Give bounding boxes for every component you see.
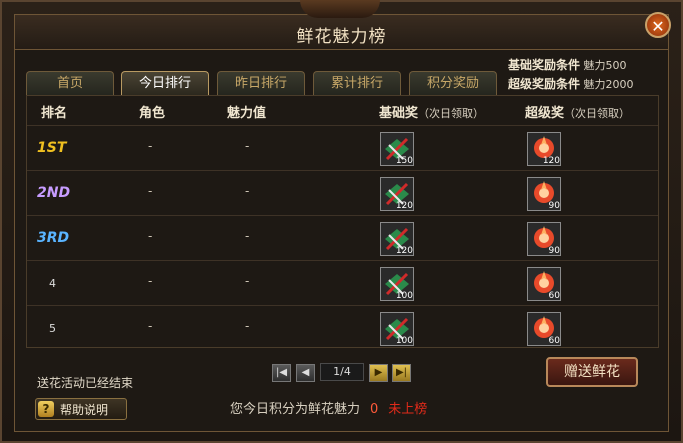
super-reward-item[interactable]: 90 bbox=[527, 222, 561, 256]
charm-cell: - bbox=[245, 229, 250, 243]
rank-label: 5 bbox=[49, 322, 56, 335]
table-row: 3RD - - 120 90 bbox=[27, 215, 658, 261]
basic-reward-count: 150 bbox=[395, 156, 413, 166]
basic-reward-count: 100 bbox=[395, 336, 413, 346]
last-page-button[interactable]: ▶| bbox=[392, 364, 411, 382]
header-basic-label: 基础奖 bbox=[379, 106, 419, 121]
rank-label: 4 bbox=[49, 277, 56, 290]
header-basic-note: （次日领取） bbox=[418, 107, 485, 120]
tab-points-reward[interactable]: 积分奖励 bbox=[409, 71, 497, 95]
tab-today-rank[interactable]: 今日排行 bbox=[121, 71, 209, 95]
table-row: 1ST - - 150 120 bbox=[27, 125, 658, 171]
basic-reward-count: 120 bbox=[395, 246, 413, 256]
super-reward-count: 90 bbox=[548, 201, 560, 211]
next-page-button[interactable]: ▶ bbox=[369, 364, 388, 382]
page-indicator: 1/4 bbox=[320, 363, 364, 381]
help-label: 帮助说明 bbox=[60, 403, 109, 417]
table-row: 2ND - - 120 90 bbox=[27, 170, 658, 216]
question-icon: ? bbox=[38, 401, 54, 417]
super-reward-count: 120 bbox=[542, 156, 560, 166]
tab-total-rank[interactable]: 累计排行 bbox=[313, 71, 401, 95]
header-charm: 魅力值 bbox=[227, 106, 267, 121]
super-reward-item[interactable]: 90 bbox=[527, 177, 561, 211]
top-ornament bbox=[300, 0, 380, 18]
super-reward-count: 60 bbox=[548, 336, 560, 346]
help-button[interactable]: ? 帮助说明 bbox=[35, 398, 127, 420]
basic-reward-item[interactable]: 100 bbox=[380, 267, 414, 301]
role-cell: - bbox=[148, 139, 153, 153]
last-page-icon: ▶| bbox=[395, 367, 408, 378]
role-cell: - bbox=[148, 184, 153, 198]
table-row: 5 - - 100 60 bbox=[27, 305, 658, 351]
tab-yesterday-rank[interactable]: 昨日排行 bbox=[217, 71, 305, 95]
basic-condition-value: 魅力500 bbox=[583, 59, 627, 72]
ranking-table: 排名 角色 魅力值 基础奖（次日领取） 超级奖（次日领取） 1ST - - 15… bbox=[26, 95, 659, 348]
event-status-text: 送花活动已经结束 bbox=[37, 376, 134, 390]
super-reward-count: 90 bbox=[548, 246, 560, 256]
tab-home[interactable]: 首页 bbox=[26, 71, 114, 95]
basic-reward-count: 100 bbox=[395, 291, 413, 301]
basic-condition-label: 基础奖励条件 bbox=[508, 58, 581, 72]
charm-cell: - bbox=[245, 139, 250, 153]
charm-cell: - bbox=[245, 274, 250, 288]
table-row: 4 - - 100 60 bbox=[27, 260, 658, 306]
basic-reward-count: 120 bbox=[395, 201, 413, 211]
next-page-icon: ▶ bbox=[374, 367, 383, 378]
first-page-icon: |◀ bbox=[275, 367, 288, 378]
header-role: 角色 bbox=[139, 106, 166, 121]
super-reward-count: 60 bbox=[548, 291, 560, 301]
footer-prefix: 您今日积分为鲜花魅力 bbox=[230, 402, 361, 417]
super-reward-item[interactable]: 60 bbox=[527, 312, 561, 346]
prev-page-icon: ◀ bbox=[301, 367, 310, 378]
header-basic-reward: 基础奖（次日领取） bbox=[379, 102, 484, 121]
footer-rank-status: 未上榜 bbox=[388, 402, 428, 417]
basic-reward-item[interactable]: 100 bbox=[380, 312, 414, 346]
table-header: 排名 角色 魅力值 基础奖（次日领取） 超级奖（次日领取） bbox=[27, 96, 658, 124]
first-page-button[interactable]: |◀ bbox=[272, 364, 291, 382]
super-reward-item[interactable]: 120 bbox=[527, 132, 561, 166]
basic-reward-item[interactable]: 150 bbox=[380, 132, 414, 166]
window-title: 鲜花魅力榜 bbox=[296, 27, 387, 47]
basic-reward-item[interactable]: 120 bbox=[380, 177, 414, 211]
charm-cell: - bbox=[245, 184, 250, 198]
close-icon: ✕ bbox=[651, 17, 665, 36]
header-super-note: （次日领取） bbox=[564, 107, 631, 120]
basic-condition: 基础奖励条件 魅力500 bbox=[508, 56, 627, 73]
prev-page-button[interactable]: ◀ bbox=[296, 364, 315, 382]
rank-label: 1ST bbox=[37, 140, 67, 156]
footer-score: 您今日积分为鲜花魅力 0 未上榜 bbox=[230, 398, 427, 417]
footer-score-value: 0 bbox=[370, 402, 379, 417]
super-condition: 超级奖励条件 魅力2000 bbox=[508, 75, 634, 92]
close-button[interactable]: ✕ bbox=[645, 12, 671, 38]
role-cell: - bbox=[148, 274, 153, 288]
header-super-reward: 超级奖（次日领取） bbox=[525, 102, 630, 121]
basic-reward-item[interactable]: 120 bbox=[380, 222, 414, 256]
rank-label: 2ND bbox=[37, 185, 71, 201]
super-condition-label: 超级奖励条件 bbox=[508, 77, 581, 91]
header-rank: 排名 bbox=[41, 106, 68, 121]
charm-cell: - bbox=[245, 319, 250, 333]
send-flowers-button[interactable]: 赠送鲜花 bbox=[546, 357, 638, 387]
super-reward-item[interactable]: 60 bbox=[527, 267, 561, 301]
header-super-label: 超级奖 bbox=[525, 106, 565, 121]
super-condition-value: 魅力2000 bbox=[583, 78, 634, 91]
rank-label: 3RD bbox=[37, 230, 70, 246]
role-cell: - bbox=[148, 229, 153, 243]
role-cell: - bbox=[148, 319, 153, 333]
